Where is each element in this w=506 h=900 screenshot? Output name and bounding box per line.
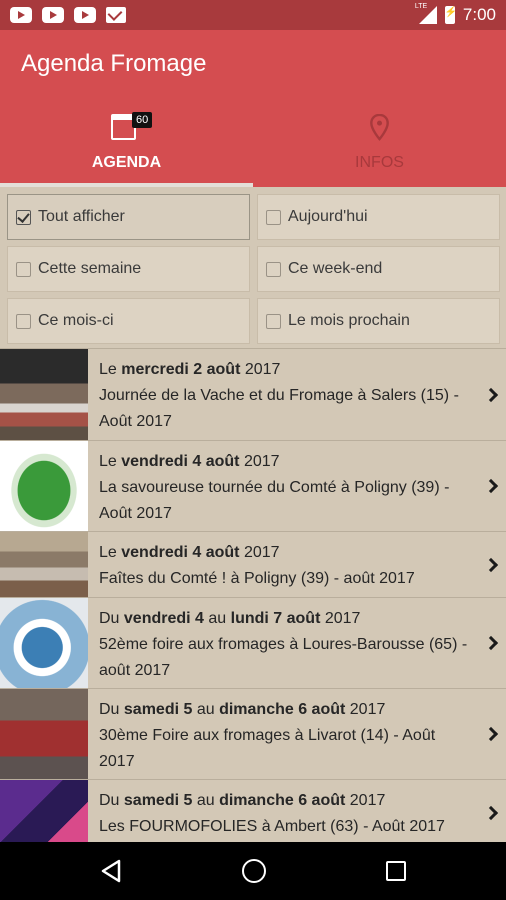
signal-icon	[415, 3, 437, 24]
event-count-badge: 60	[132, 112, 153, 128]
youtube-icon	[10, 7, 32, 23]
event-title: Faîtes du Comté ! à Poligny (39) - août …	[99, 570, 415, 587]
event-row[interactable]: Du vendredi 4 au lundi 7 août 2017 52ème…	[0, 597, 506, 688]
event-date: Le mercredi 2 août 2017	[99, 361, 281, 378]
map-pin-icon	[370, 114, 389, 141]
event-date: Du samedi 5 au dimanche 6 août 2017	[99, 701, 386, 718]
checkbox-icon	[16, 261, 31, 277]
filter-le-mois-prochain[interactable]: Le mois prochain	[257, 298, 500, 344]
filter-label: Tout afficher	[38, 208, 125, 225]
event-title: La savoureuse tournée du Comté à Poligny…	[99, 479, 450, 522]
notification-icons	[10, 7, 126, 23]
filter-label: Le mois prochain	[288, 312, 410, 329]
tab-infos-label: INFOS	[355, 154, 404, 171]
event-title: 52ème foire aux fromages à Loures-Barous…	[99, 636, 468, 679]
back-icon[interactable]	[100, 859, 122, 883]
event-date: Du samedi 5 au dimanche 6 août 2017	[99, 792, 386, 809]
chevron-right-icon	[483, 557, 499, 573]
tab-agenda[interactable]: 60 AGENDA	[0, 108, 253, 187]
youtube-icon	[42, 7, 64, 23]
filter-label: Ce mois-ci	[38, 312, 114, 329]
filter-ce-week-end[interactable]: Ce week-end	[257, 246, 500, 292]
event-row[interactable]: Le vendredi 4 août 2017 Faîtes du Comté …	[0, 531, 506, 597]
battery-icon	[444, 6, 457, 24]
checkbox-icon	[16, 313, 31, 329]
filter-cette-semaine[interactable]: Cette semaine	[7, 246, 250, 292]
tab-infos[interactable]: INFOS	[253, 108, 506, 187]
gmail-icon	[106, 7, 126, 23]
event-row[interactable]: Du samedi 5 au dimanche 6 août 2017 30èm…	[0, 688, 506, 779]
event-thumbnail	[0, 532, 88, 597]
filter-ce-mois-ci[interactable]: Ce mois-ci	[7, 298, 250, 344]
event-date: Du vendredi 4 au lundi 7 août 2017	[99, 610, 361, 627]
filter-label: Aujourd'hui	[288, 208, 368, 225]
filter-tout-afficher[interactable]: Tout afficher	[7, 194, 250, 240]
checkbox-icon	[266, 209, 281, 225]
event-thumbnail	[0, 598, 88, 688]
chevron-right-icon	[483, 478, 499, 494]
app-bar: Agenda Fromage 60 AGENDA INFOS	[0, 30, 506, 187]
event-row[interactable]: Du samedi 5 au dimanche 6 août 2017 Les …	[0, 779, 506, 842]
event-title: 30ème Foire aux fromages à Livarot (14) …	[99, 727, 436, 770]
date-filters: Tout afficher Aujourd'hui Cette semaine …	[0, 187, 506, 348]
filter-label: Cette semaine	[38, 260, 142, 277]
youtube-icon	[74, 7, 96, 23]
tab-agenda-label: AGENDA	[91, 154, 162, 171]
event-row[interactable]: Le mercredi 2 août 2017 Journée de la Va…	[0, 348, 506, 440]
app-title: Agenda Fromage	[21, 50, 207, 77]
checkbox-icon	[266, 313, 281, 329]
event-thumbnail	[0, 780, 88, 842]
status-time: 7:00	[462, 5, 496, 24]
chevron-right-icon	[483, 635, 499, 651]
home-icon[interactable]	[242, 859, 266, 883]
system-nav-bar	[0, 842, 506, 900]
event-thumbnail	[0, 349, 88, 440]
event-title: Journée de la Vache et du Fromage à Sale…	[99, 387, 459, 430]
checkbox-icon	[266, 261, 281, 277]
checkbox-icon	[16, 209, 31, 225]
event-thumbnail	[0, 689, 88, 779]
event-list: Le mercredi 2 août 2017 Journée de la Va…	[0, 348, 506, 842]
event-date: Le vendredi 4 août 2017	[99, 544, 280, 561]
filter-label: Ce week-end	[288, 260, 383, 277]
event-date: Le vendredi 4 août 2017	[99, 453, 280, 470]
status-bar: 7:00	[0, 0, 506, 30]
chevron-right-icon	[483, 387, 499, 403]
recent-apps-icon[interactable]	[386, 861, 406, 881]
event-thumbnail	[0, 441, 88, 531]
filter-aujourdhui[interactable]: Aujourd'hui	[257, 194, 500, 240]
chevron-right-icon	[483, 726, 499, 742]
event-title: Les FOURMOFOLIES à Ambert (63) - Août 20…	[99, 818, 445, 835]
chevron-right-icon	[483, 805, 499, 821]
event-row[interactable]: Le vendredi 4 août 2017 La savoureuse to…	[0, 440, 506, 531]
